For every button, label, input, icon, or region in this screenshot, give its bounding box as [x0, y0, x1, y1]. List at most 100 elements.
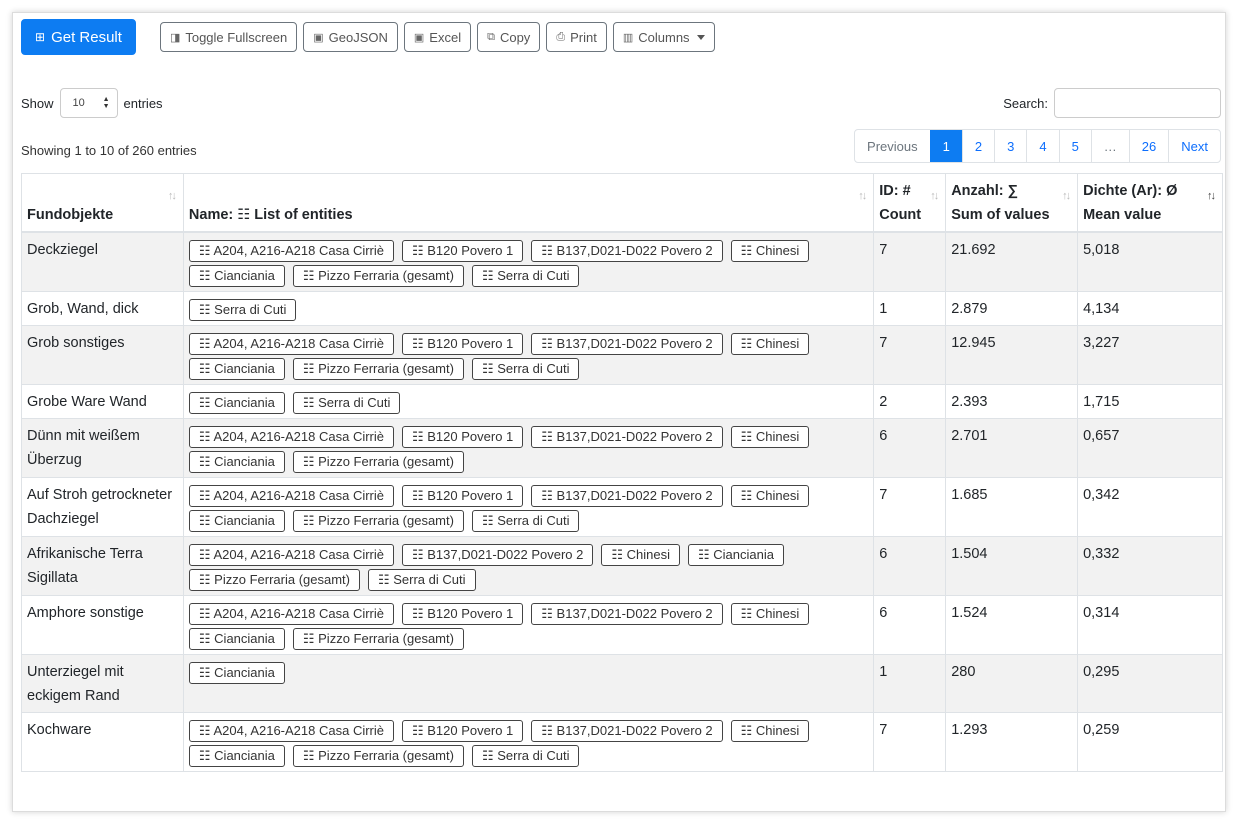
cell-entities: ☷ Serra di Cuti	[182, 290, 875, 326]
column-header-mean[interactable]: ↑↓ Dichte (Ar): Ø Mean value	[1077, 173, 1223, 233]
entity-chip[interactable]: ☷ B137,D021-D022 Povero 2	[531, 484, 723, 507]
entity-chip[interactable]: ☷ B120 Povero 1	[402, 239, 524, 262]
entity-chip[interactable]: ☷ Pizzo Ferraria (gesamt)	[188, 568, 360, 591]
entity-chip[interactable]: ☷ Chinesi	[730, 602, 810, 625]
table-row: Unterziegel mit eckigem Rand ☷ Cianciania…	[21, 653, 1223, 713]
entity-chip[interactable]: ☷ B137,D021-D022 Povero 2	[402, 543, 594, 566]
entity-chip[interactable]: ☷ Chinesi	[730, 719, 810, 742]
cell-entities: ☷ A204, A216-A218 Casa Cirriè ☷ B120 Pove…	[182, 231, 875, 292]
search-input[interactable]	[1054, 88, 1221, 118]
entity-chip[interactable]: ☷ Serra di Cuti	[471, 357, 580, 380]
entity-chip[interactable]: ☷ B120 Povero 1	[402, 425, 524, 448]
sort-icon: ↑↓	[1062, 190, 1071, 202]
entity-chip[interactable]: ☷ Serra di Cuti	[471, 744, 580, 767]
pagination-page[interactable]: 3	[994, 130, 1026, 162]
entity-chip[interactable]: ☷ B120 Povero 1	[402, 484, 524, 507]
cell-sum: 2.393	[945, 383, 1079, 419]
pagination-next[interactable]: Next	[1168, 130, 1220, 162]
entity-chip[interactable]: ☷ Cianciania	[188, 450, 285, 473]
entity-chip[interactable]: ☷ Pizzo Ferraria (gesamt)	[292, 357, 464, 380]
entity-chip[interactable]: ☷ B137,D021-D022 Povero 2	[531, 239, 723, 262]
cell-mean: 4,134	[1077, 290, 1223, 326]
columns-button[interactable]: ▥ Columns	[612, 22, 715, 52]
print-button[interactable]: ⎙ Print	[546, 22, 607, 52]
table-info: Showing 1 to 10 of 260 entries	[21, 143, 197, 158]
entity-chip-list: ☷ A204, A216-A218 Casa Cirriè ☷ B120 Pove…	[188, 718, 868, 767]
cell-entities: ☷ A204, A216-A218 Casa Cirriè ☷ B120 Pove…	[182, 476, 875, 537]
geojson-button[interactable]: ▣ GeoJSON	[303, 22, 398, 52]
entity-chip[interactable]: ☷ Cianciania	[188, 627, 285, 650]
cell-fundobjekt: Unterziegel mit eckigem Rand	[21, 653, 184, 713]
entity-chip[interactable]: ☷ A204, A216-A218 Casa Cirriè	[188, 543, 394, 566]
pagination-page[interactable]: 4	[1026, 130, 1058, 162]
grid-icon: ⊞	[35, 30, 46, 44]
excel-button[interactable]: ▣ Excel	[403, 22, 472, 52]
pagination-page[interactable]: 5	[1058, 130, 1091, 162]
column-header-count[interactable]: ↑↓ ID: # Count	[873, 173, 947, 233]
entries-select[interactable]: 10 ▲ ▼	[59, 88, 118, 118]
entity-chip[interactable]: ☷ Pizzo Ferraria (gesamt)	[292, 744, 464, 767]
pagination-previous[interactable]: Previous	[855, 130, 930, 162]
entity-chip[interactable]: ☷ A204, A216-A218 Casa Cirriè	[188, 484, 394, 507]
get-result-button[interactable]: ⊞ Get Result	[21, 19, 136, 55]
column-header-sum[interactable]: ↑↓ Anzahl: ∑ Sum of values	[945, 173, 1079, 233]
column-header-label: Name: ☷ List of entities	[188, 206, 353, 223]
copy-button[interactable]: ⧉ Copy	[477, 22, 541, 52]
entity-chip[interactable]: ☷ Cianciania	[188, 744, 285, 767]
cell-entities: ☷ Cianciania	[182, 653, 875, 713]
entity-chip[interactable]: ☷ Cianciania	[688, 543, 784, 566]
column-header-name[interactable]: ↑↓ Name: ☷ List of entities	[182, 173, 875, 233]
toggle-fullscreen-button[interactable]: ◨ Toggle Fullscreen	[159, 22, 298, 52]
table-body: Deckziegel ☷ A204, A216-A218 Casa Cirriè ☷…	[21, 231, 1223, 772]
entity-chip[interactable]: ☷ Chinesi	[730, 425, 810, 448]
entity-chip[interactable]: ☷ Serra di Cuti	[188, 298, 297, 321]
entity-chip[interactable]: ☷ Chinesi	[730, 332, 810, 355]
entity-chip[interactable]: ☷ Pizzo Ferraria (gesamt)	[292, 509, 464, 532]
entity-chip[interactable]: ☷ A204, A216-A218 Casa Cirriè	[188, 332, 394, 355]
column-header-label: Anzahl: ∑	[951, 182, 1018, 199]
pagination-page[interactable]: 26	[1128, 130, 1168, 162]
entity-chip[interactable]: ☷ Pizzo Ferraria (gesamt)	[292, 450, 464, 473]
entity-chip[interactable]: ☷ Serra di Cuti	[367, 568, 476, 591]
column-header-fundobjekte[interactable]: ↑↓ Fundobjekte	[21, 173, 184, 233]
entity-chip[interactable]: ☷ Cianciania	[188, 264, 285, 287]
entity-chip[interactable]: ☷ Chinesi	[601, 543, 680, 566]
entity-chip[interactable]: ☷ A204, A216-A218 Casa Cirriè	[188, 719, 394, 742]
entity-chip[interactable]: ☷ Serra di Cuti	[471, 264, 580, 287]
entity-chip[interactable]: ☷ B120 Povero 1	[402, 602, 524, 625]
entity-chip[interactable]: ☷ Cianciania	[188, 357, 285, 380]
table-row: Grob, Wand, dick ☷ Serra di Cuti 1 2.879 4,1…	[21, 290, 1223, 326]
entity-chip[interactable]: ☷ B137,D021-D022 Povero 2	[531, 425, 723, 448]
copy-label: Copy	[499, 29, 531, 45]
sort-descending-icon: ↑↓	[1207, 190, 1216, 202]
entity-chip[interactable]: ☷ B137,D021-D022 Povero 2	[531, 719, 723, 742]
pagination-page[interactable]: 1	[929, 130, 962, 162]
cell-count: 7	[873, 476, 947, 537]
entity-chip[interactable]: ☷ A204, A216-A218 Casa Cirriè	[188, 239, 394, 262]
cell-count: 6	[873, 535, 947, 596]
entity-chip[interactable]: ☷ Serra di Cuti	[292, 391, 401, 414]
entity-chip[interactable]: ☷ Chinesi	[730, 484, 810, 507]
entity-chip[interactable]: ☷ Pizzo Ferraria (gesamt)	[292, 627, 464, 650]
show-label: Show	[21, 95, 54, 111]
entity-chip[interactable]: ☷ Cianciania	[188, 509, 285, 532]
copy-icon: ⧉	[487, 30, 495, 43]
entity-chip[interactable]: ☷ B137,D021-D022 Povero 2	[531, 332, 723, 355]
entity-chip[interactable]: ☷ Pizzo Ferraria (gesamt)	[292, 264, 464, 287]
pagination-page[interactable]: 2	[961, 130, 994, 162]
sort-icon: ↑↓	[167, 190, 177, 202]
entity-chip[interactable]: ☷ Cianciania	[188, 661, 285, 684]
entity-chip[interactable]: ☷ Cianciania	[188, 391, 285, 414]
entity-chip[interactable]: ☷ A204, A216-A218 Casa Cirriè	[188, 602, 394, 625]
entity-chip-list: ☷ A204, A216-A218 Casa Cirriè ☷ B120 Pove…	[188, 483, 868, 532]
search-label: Search:	[1003, 95, 1048, 111]
cell-sum: 1.685	[945, 476, 1079, 537]
entity-chip-list: ☷ A204, A216-A218 Casa Cirriè ☷ B120 Pove…	[188, 424, 868, 473]
entity-chip[interactable]: ☷ Chinesi	[730, 239, 810, 262]
entity-chip[interactable]: ☷ B120 Povero 1	[402, 332, 524, 355]
entity-chip[interactable]: ☷ B120 Povero 1	[402, 719, 524, 742]
entity-chip[interactable]: ☷ Serra di Cuti	[471, 509, 580, 532]
entity-chip[interactable]: ☷ A204, A216-A218 Casa Cirriè	[188, 425, 394, 448]
cell-mean: 0,314	[1077, 594, 1223, 655]
entity-chip[interactable]: ☷ B137,D021-D022 Povero 2	[531, 602, 723, 625]
